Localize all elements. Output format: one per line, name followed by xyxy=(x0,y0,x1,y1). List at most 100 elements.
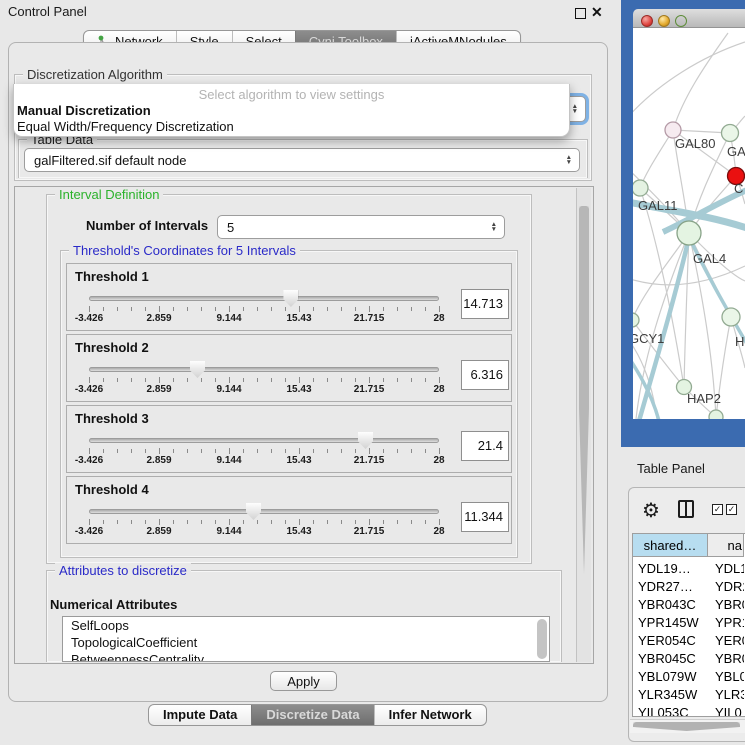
table-panel-toolbar: ⚙ ✓ ✓ xyxy=(628,492,745,532)
table-row[interactable]: YBL079WYBL0 xyxy=(633,668,745,686)
network-node[interactable] xyxy=(633,313,639,327)
slider-ticks xyxy=(89,519,440,525)
network-canvas[interactable]: GAL80GACGAL11GAL4GCY1HHAP2 xyxy=(633,28,745,419)
network-node-label: GAL4 xyxy=(693,251,726,266)
maximize-traffic-light[interactable] xyxy=(675,15,687,27)
network-edge[interactable] xyxy=(640,130,673,188)
threshold-3-value-field[interactable]: 21.4 xyxy=(461,431,509,461)
column-header-name[interactable]: na xyxy=(708,534,744,557)
cell: YBL079W xyxy=(633,668,708,686)
close-icon[interactable]: ✕ xyxy=(591,4,603,21)
tab-impute-data-label: Impute Data xyxy=(163,705,237,725)
network-node[interactable] xyxy=(709,410,723,419)
network-node-label: GCY1 xyxy=(633,331,664,346)
table-row[interactable]: YPR145WYPR1 xyxy=(633,614,745,632)
network-node-label: GA xyxy=(727,144,745,159)
tab-impute-data[interactable]: Impute Data xyxy=(149,705,251,725)
interval-definition-title: Interval Definition xyxy=(55,187,163,202)
threshold-3-label: Threshold 3 xyxy=(75,411,149,426)
network-node-label: GAL80 xyxy=(675,136,715,151)
list-item[interactable]: SelfLoops xyxy=(63,617,549,634)
table-row[interactable]: YDL19…YDL1 xyxy=(633,560,745,578)
threshold-2-value-field[interactable]: 6.316 xyxy=(461,360,509,390)
checkbox-icon[interactable]: ✓ xyxy=(712,504,723,515)
network-node[interactable] xyxy=(633,180,648,196)
tab-infer-network[interactable]: Infer Network xyxy=(374,705,486,725)
list-item[interactable]: BetweennessCentrality xyxy=(63,651,549,662)
table-data-combobox[interactable]: galFiltered.sif default node ▲▼ xyxy=(24,148,580,172)
vertical-scrollbar[interactable] xyxy=(576,188,591,662)
number-of-intervals-combobox[interactable]: 5 ▲▼ xyxy=(217,215,505,239)
threshold-1-slider-track[interactable] xyxy=(89,296,439,301)
screen: Control Panel ✕ Network Style Select Cyn… xyxy=(0,0,745,745)
threshold-4-slider-track[interactable] xyxy=(89,509,439,514)
network-node-label: C xyxy=(734,181,743,196)
network-node[interactable] xyxy=(722,125,739,142)
apply-button[interactable]: Apply xyxy=(270,671,337,691)
threshold-2-slider-track[interactable] xyxy=(89,367,439,372)
attributes-group-title: Attributes to discretize xyxy=(55,563,191,578)
threshold-1-slider-thumb[interactable] xyxy=(283,290,298,307)
cell: YIL053C xyxy=(633,704,708,716)
network-graph[interactable]: GAL80GACGAL11GAL4GCY1HHAP2 xyxy=(633,28,745,419)
table-row[interactable]: YLR345WYLR3 xyxy=(633,686,745,704)
combo-arrows-icon: ▲▼ xyxy=(572,104,578,114)
network-node-label: H xyxy=(735,334,744,349)
network-edge[interactable] xyxy=(633,266,745,285)
numerical-attributes-list[interactable]: SelfLoops TopologicalCoefficient Between… xyxy=(62,616,550,662)
table-row[interactable]: YBR043CYBR0 xyxy=(633,596,745,614)
network-node[interactable] xyxy=(722,308,740,326)
table-row[interactable]: YDR27…YDR2 xyxy=(633,578,745,596)
close-traffic-light[interactable] xyxy=(641,15,653,27)
split-columns-icon[interactable] xyxy=(678,500,694,518)
threshold-3-panel: Threshold 3 -3.4262.8599.14415.4321.7152… xyxy=(66,405,512,473)
dropdown-option-manual[interactable]: Manual Discretization xyxy=(17,103,151,118)
slider-ticks xyxy=(89,377,440,383)
slider-tick-labels: -3.4262.8599.14415.4321.71528 xyxy=(67,455,513,467)
list-scrollbar-thumb[interactable] xyxy=(537,619,547,659)
checkbox-icon[interactable]: ✓ xyxy=(726,504,737,515)
number-of-intervals-label: Number of Intervals xyxy=(86,218,208,233)
node-table: shared…na YDL19…YDL1 YDR27…YDR2 YBR043CY… xyxy=(632,533,745,717)
cell: YER0 xyxy=(708,632,744,650)
threshold-4-panel: Threshold 4 -3.4262.8599.14415.4321.7152… xyxy=(66,476,512,544)
cell: YBL0 xyxy=(708,668,744,686)
table-panel-title: Table Panel xyxy=(637,461,705,476)
number-of-intervals-value: 5 xyxy=(227,220,234,235)
cyni-bottom-tabbar: Impute Data Discretize Data Infer Networ… xyxy=(148,704,487,726)
slider-ticks xyxy=(89,306,440,312)
table-row[interactable]: YER054CYER0 xyxy=(633,632,745,650)
threshold-2-slider-thumb[interactable] xyxy=(190,361,205,378)
threshold-3-slider-thumb[interactable] xyxy=(358,432,373,449)
network-node[interactable] xyxy=(677,221,701,245)
cell: YBR0 xyxy=(708,650,744,668)
threshold-2-panel: Threshold 2 -3.4262.8599.14415.4321.7152… xyxy=(66,334,512,402)
threshold-3-slider-track[interactable] xyxy=(89,438,439,443)
cell: YBR0 xyxy=(708,596,744,614)
horizontal-scrollbar[interactable] xyxy=(630,719,745,733)
combo-arrows-icon: ▲▼ xyxy=(491,222,497,232)
dropdown-option-equal-width[interactable]: Equal Width/Frequency Discretization xyxy=(17,119,234,134)
slider-tick-labels: -3.4262.8599.14415.4321.71528 xyxy=(67,313,513,325)
network-edge[interactable] xyxy=(673,33,728,130)
table-row[interactable]: YBR045CYBR0 xyxy=(633,650,745,668)
tab-discretize-data[interactable]: Discretize Data xyxy=(251,705,373,725)
threshold-1-value-field[interactable]: 14.713 xyxy=(461,289,509,319)
horizontal-scrollbar-thumb[interactable] xyxy=(633,722,740,731)
combo-arrows-icon: ▲▼ xyxy=(566,155,572,165)
threshold-4-slider-thumb[interactable] xyxy=(246,503,261,520)
list-item[interactable]: TopologicalCoefficient xyxy=(63,634,549,651)
cell: YBR043C xyxy=(633,596,708,614)
cell: YER054C xyxy=(633,632,708,650)
numerical-attributes-label: Numerical Attributes xyxy=(50,597,177,612)
network-edge[interactable] xyxy=(633,42,745,118)
table-row[interactable]: YIL053CYIL0 xyxy=(633,704,745,716)
column-header-shared-name[interactable]: shared… xyxy=(633,534,708,557)
vertical-scrollbar-thumb[interactable] xyxy=(579,206,589,574)
network-window-titlebar[interactable] xyxy=(633,9,745,28)
minimize-traffic-light[interactable] xyxy=(658,15,670,27)
network-node-label: HAP2 xyxy=(687,391,721,406)
threshold-4-value-field[interactable]: 11.344 xyxy=(461,502,509,532)
gear-icon[interactable]: ⚙ xyxy=(642,498,660,523)
float-window-icon[interactable] xyxy=(575,8,586,19)
